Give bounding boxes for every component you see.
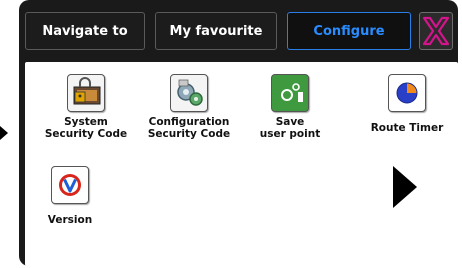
configuration-security-code-item[interactable]: Configuration Security Code (129, 74, 249, 140)
tab-favourite-label: My favourite (169, 23, 263, 39)
save-user-point-label: Save user point (259, 116, 321, 140)
system-security-code-item[interactable]: System Security Code (31, 74, 141, 140)
tab-navigate-to[interactable]: Navigate to (25, 12, 145, 50)
tab-bar: Navigate to My favourite Configure (25, 12, 458, 52)
save-user-point-icon (271, 74, 309, 112)
route-timer-label: Route Timer (370, 122, 444, 134)
save-user-point-item[interactable]: Save user point (245, 74, 335, 140)
route-timer-item[interactable]: Route Timer (363, 74, 451, 134)
tab-configure[interactable]: Configure (287, 12, 411, 50)
next-page-arrow-icon[interactable] (393, 166, 417, 208)
configuration-security-code-label: Configuration Security Code (147, 116, 231, 140)
route-timer-icon (388, 74, 426, 112)
version-item[interactable]: Version (37, 166, 103, 226)
configuration-security-icon (170, 74, 208, 112)
version-icon (51, 166, 89, 204)
left-pointer-icon (0, 126, 8, 140)
tab-my-favourite[interactable]: My favourite (155, 12, 277, 50)
tab-navigate-label: Navigate to (42, 23, 128, 39)
close-x-icon (422, 16, 450, 46)
close-button[interactable] (419, 12, 453, 50)
version-label: Version (47, 214, 93, 226)
configure-panel: System Security Code Configuration Secur… (25, 62, 458, 266)
system-security-code-label: System Security Code (44, 116, 128, 140)
tab-configure-label: Configure (313, 23, 385, 39)
system-security-icon (67, 74, 105, 112)
